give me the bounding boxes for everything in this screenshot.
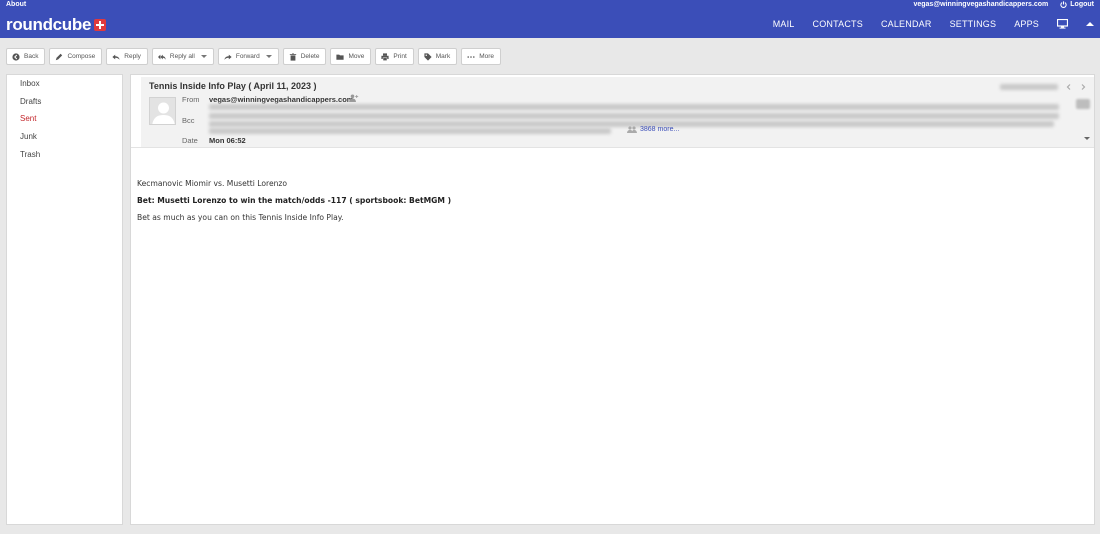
from-address[interactable]: vegas@winningvegashandicappers.com bbox=[209, 95, 353, 104]
blurred-line bbox=[209, 104, 1059, 110]
delete-button[interactable]: Delete bbox=[282, 48, 327, 65]
from-label: From bbox=[182, 95, 200, 104]
message-body: Kecmanovic Miomir vs. Musetti Lorenzo Be… bbox=[137, 179, 451, 230]
previous-message-icon[interactable] bbox=[1066, 84, 1072, 90]
next-message-icon[interactable] bbox=[1080, 84, 1086, 90]
expand-headers-icon[interactable] bbox=[1084, 137, 1090, 140]
body-line-bet: Bet: Musetti Lorenzo to win the match/od… bbox=[137, 196, 452, 205]
tag-icon bbox=[424, 52, 432, 61]
move-label: Move bbox=[348, 53, 365, 60]
folder-drafts[interactable]: Drafts bbox=[7, 93, 122, 111]
compose-button[interactable]: Compose bbox=[49, 48, 103, 65]
message-panel: Tennis Inside Info Play ( April 11, 2023… bbox=[130, 74, 1095, 525]
forward-dropdown-icon[interactable] bbox=[265, 55, 272, 58]
reply-label: Reply bbox=[124, 53, 141, 60]
forward-button[interactable]: Forward bbox=[217, 48, 279, 65]
message-subject: Tennis Inside Info Play ( April 11, 2023… bbox=[149, 81, 317, 91]
more-label: More bbox=[479, 53, 495, 60]
back-label: Back bbox=[24, 53, 39, 60]
forward-label: Forward bbox=[235, 53, 260, 60]
logout-button[interactable]: Logout bbox=[1060, 1, 1094, 8]
nav-calendar[interactable]: CALENDAR bbox=[881, 19, 932, 29]
sender-avatar bbox=[149, 97, 176, 125]
trash-icon bbox=[289, 52, 296, 61]
date-label: Date bbox=[182, 136, 198, 145]
print-label: Print bbox=[393, 53, 407, 60]
forward-icon bbox=[224, 54, 232, 60]
folder-inbox[interactable]: Inbox bbox=[7, 75, 122, 93]
move-button[interactable]: Move bbox=[330, 48, 372, 65]
nav-contacts[interactable]: CONTACTS bbox=[813, 19, 863, 29]
ellipsis-icon bbox=[467, 55, 475, 58]
body-line-advice: Bet as much as you can on this Tennis In… bbox=[137, 213, 344, 222]
folder-list: Inbox Drafts Sent Junk Trash bbox=[6, 74, 123, 525]
folder-trash[interactable]: Trash bbox=[7, 145, 122, 163]
pencil-icon bbox=[56, 53, 63, 60]
more-recipients-link[interactable]: 3868 more... bbox=[627, 126, 679, 133]
logo-plus-icon bbox=[94, 19, 107, 31]
roundcube-logo[interactable]: roundcube bbox=[6, 15, 107, 35]
nav-mail[interactable]: MAIL bbox=[773, 19, 795, 29]
monitor-icon[interactable] bbox=[1057, 19, 1068, 29]
reply-all-icon bbox=[157, 54, 166, 60]
recipients-toggle-blurred[interactable] bbox=[1076, 99, 1090, 109]
toolbar: Back Compose Reply Reply all Forward Del… bbox=[6, 48, 502, 65]
user-email: vegas@winningvegashandicappers.com bbox=[913, 1, 1049, 8]
folder-sent[interactable]: Sent bbox=[7, 110, 122, 128]
add-contact-icon[interactable] bbox=[349, 94, 359, 102]
back-icon bbox=[12, 52, 20, 61]
more-recipients-label: 3868 more... bbox=[640, 126, 680, 133]
date-value: Mon 06:52 bbox=[209, 136, 246, 145]
more-button[interactable]: More bbox=[461, 48, 502, 65]
blurred-line bbox=[209, 113, 1059, 119]
folder-junk[interactable]: Junk bbox=[7, 128, 122, 146]
message-controls bbox=[1000, 84, 1086, 90]
nav-apps[interactable]: APPS bbox=[1014, 19, 1039, 29]
logo-text: roundcube bbox=[6, 15, 92, 34]
top-bar: About vegas@winningvegashandicappers.com… bbox=[0, 0, 1100, 38]
compose-label: Compose bbox=[67, 53, 96, 60]
bcc-label: Bcc bbox=[182, 116, 195, 125]
user-line: vegas@winningvegashandicappers.com Logou… bbox=[913, 1, 1094, 8]
collapse-up-icon[interactable] bbox=[1086, 21, 1094, 27]
nav-settings[interactable]: SETTINGS bbox=[950, 19, 997, 29]
mark-label: Mark bbox=[435, 53, 451, 60]
back-button[interactable]: Back bbox=[6, 48, 46, 65]
about-link[interactable]: About bbox=[6, 1, 26, 8]
reply-icon bbox=[112, 54, 120, 60]
body-line-match: Kecmanovic Miomir vs. Musetti Lorenzo bbox=[137, 179, 288, 188]
delete-label: Delete bbox=[300, 53, 320, 60]
message-counter-blurred bbox=[1000, 84, 1058, 90]
folder-icon bbox=[336, 54, 345, 60]
mark-button[interactable]: Mark bbox=[417, 48, 458, 65]
reply-all-label: Reply all bbox=[169, 53, 195, 60]
logout-label: Logout bbox=[1070, 1, 1094, 8]
main-nav: MAIL CONTACTS CALENDAR SETTINGS APPS bbox=[773, 19, 1094, 29]
power-icon bbox=[1060, 1, 1067, 8]
users-icon bbox=[627, 126, 637, 133]
printer-icon bbox=[381, 52, 389, 61]
blurred-line bbox=[209, 128, 611, 134]
person-silhouette-icon bbox=[152, 102, 175, 124]
header-divider bbox=[131, 147, 1094, 148]
reply-all-button[interactable]: Reply all bbox=[151, 48, 214, 65]
reply-button[interactable]: Reply bbox=[106, 48, 148, 65]
reply-all-dropdown-icon[interactable] bbox=[200, 55, 207, 58]
print-button[interactable]: Print bbox=[375, 48, 414, 65]
message-header: Tennis Inside Info Play ( April 11, 2023… bbox=[141, 77, 1094, 147]
